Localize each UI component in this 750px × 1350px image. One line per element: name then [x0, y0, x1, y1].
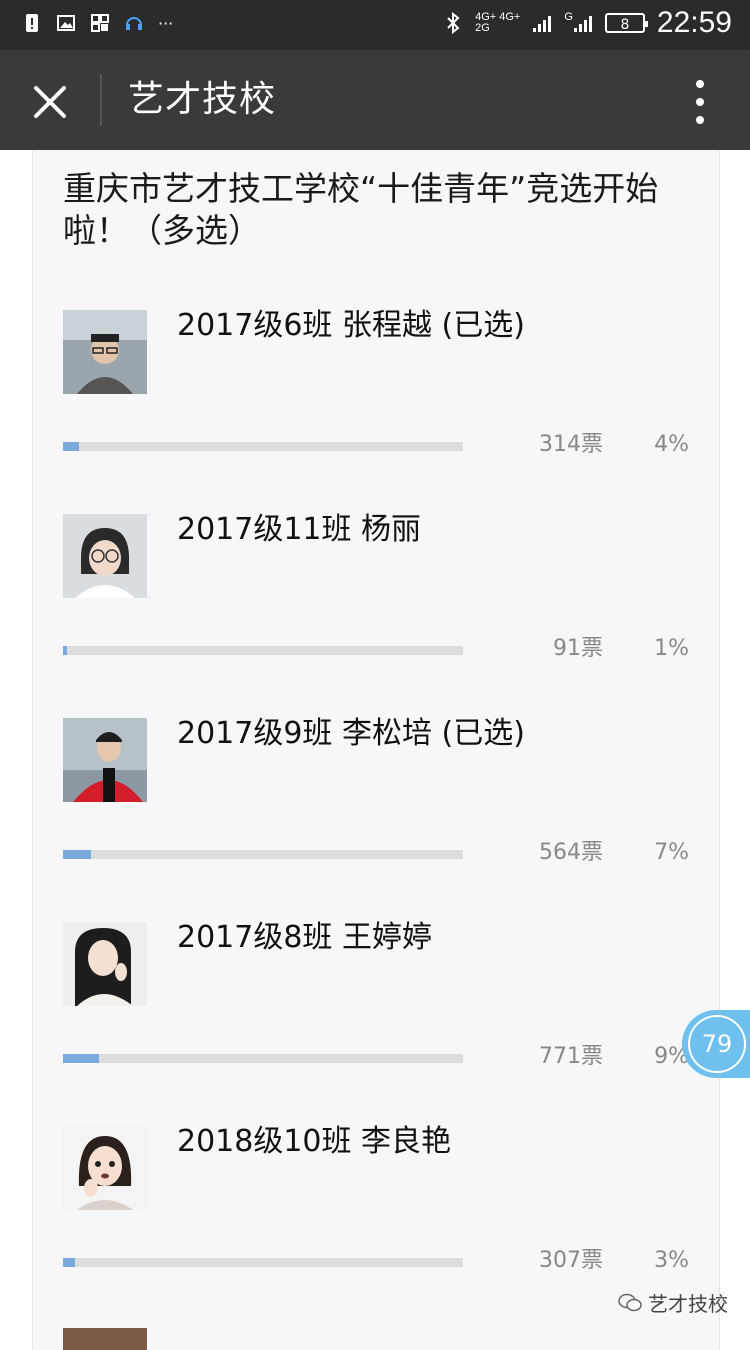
candidate-name: 2018级10班 李良艳 — [177, 1124, 452, 1159]
floating-count-button[interactable]: 79 — [682, 1010, 750, 1078]
network-indicator: 4G+ 4G+ 2G — [475, 12, 520, 34]
vote-progress-bar — [63, 1054, 463, 1063]
candidate-item[interactable]: 2017级8班 王婷婷 771票 9% — [63, 920, 703, 1122]
signal2-label: G — [564, 11, 573, 23]
wechat-icon — [618, 1293, 642, 1311]
vote-progress-fill — [63, 442, 79, 451]
vote-progress-bar — [63, 1258, 463, 1267]
vote-percent: 3% — [654, 1248, 689, 1273]
nav-bar: 艺才技校 — [0, 50, 750, 150]
vote-progress-bar — [63, 646, 463, 655]
candidate-item[interactable]: 2017级9班 李松培 (已选) 564票 7% — [63, 716, 703, 918]
candidate-name: 2017级9班 李松培 (已选) — [177, 716, 525, 751]
vote-percent: 1% — [654, 636, 689, 661]
vote-percent: 4% — [654, 432, 689, 457]
status-bar: ··· 4G+ 4G+ 2G G 8 22:59 — [0, 0, 750, 50]
headset-icon — [126, 17, 142, 30]
avatar — [63, 310, 147, 394]
apps-icon — [91, 14, 109, 32]
candidate-name: 2017级8班 王婷婷 — [177, 920, 432, 955]
clock: 22:59 — [656, 6, 732, 39]
candidate-item[interactable]: 2018级10班 李良艳 307票 3% — [63, 1124, 703, 1326]
bluetooth-icon — [447, 12, 460, 34]
signal2-icon — [573, 16, 592, 32]
status-left-icons: ··· — [22, 12, 173, 34]
alert-icon — [26, 14, 38, 32]
signal2: G — [564, 12, 593, 34]
page-title: 艺才技校 — [128, 79, 277, 120]
avatar — [63, 514, 147, 598]
vote-progress-bar — [63, 442, 463, 451]
vote-progress-bar — [63, 850, 463, 859]
watermark: 艺才技校 — [618, 1288, 728, 1317]
vote-progress-fill — [63, 850, 91, 859]
vote-count: 91票 — [553, 636, 603, 661]
battery-icon: 8 — [604, 13, 648, 33]
avatar — [63, 1328, 147, 1350]
close-icon[interactable] — [28, 80, 72, 124]
avatar — [63, 718, 147, 802]
vote-count: 564票 — [539, 840, 603, 865]
candidate-name: 2017级6班 张程越 (已选) — [177, 308, 525, 343]
vote-progress-fill — [63, 646, 67, 655]
vote-count: 771票 — [539, 1044, 603, 1069]
vote-percent: 7% — [654, 840, 689, 865]
more-menu-icon[interactable] — [694, 80, 706, 124]
watermark-text: 艺才技校 — [648, 1292, 728, 1316]
avatar — [63, 922, 147, 1006]
vote-title: 重庆市艺才技工学校“十佳青年”竞选开始啦！（多选） — [63, 169, 659, 250]
network-bottom-label: 2G — [475, 22, 490, 34]
vote-count: 307票 — [539, 1248, 603, 1273]
candidate-item[interactable]: 2017级6班 张程越 (已选) 314票 4% — [63, 308, 703, 510]
vote-count: 314票 — [539, 432, 603, 457]
signal-icon — [533, 16, 552, 32]
candidate-item[interactable]: 2017级11班 杨丽 91票 1% — [63, 512, 703, 714]
vote-card: 重庆市艺才技工学校“十佳青年”竞选开始啦！（多选） 2017级6班 张程越 (已… — [32, 150, 720, 1350]
image-icon — [57, 15, 75, 31]
vote-progress-fill — [63, 1054, 99, 1063]
status-right-icons: 4G+ 4G+ 2G G 8 22:59 — [443, 6, 732, 40]
nav-divider — [100, 74, 102, 126]
candidate-name: 2017级11班 杨丽 — [177, 512, 422, 547]
more-notifications-icon: ··· — [158, 13, 174, 33]
avatar — [63, 1126, 147, 1210]
vote-progress-fill — [63, 1258, 75, 1267]
floating-count: 79 — [688, 1015, 746, 1073]
candidate-item-partial[interactable] — [63, 1328, 703, 1350]
